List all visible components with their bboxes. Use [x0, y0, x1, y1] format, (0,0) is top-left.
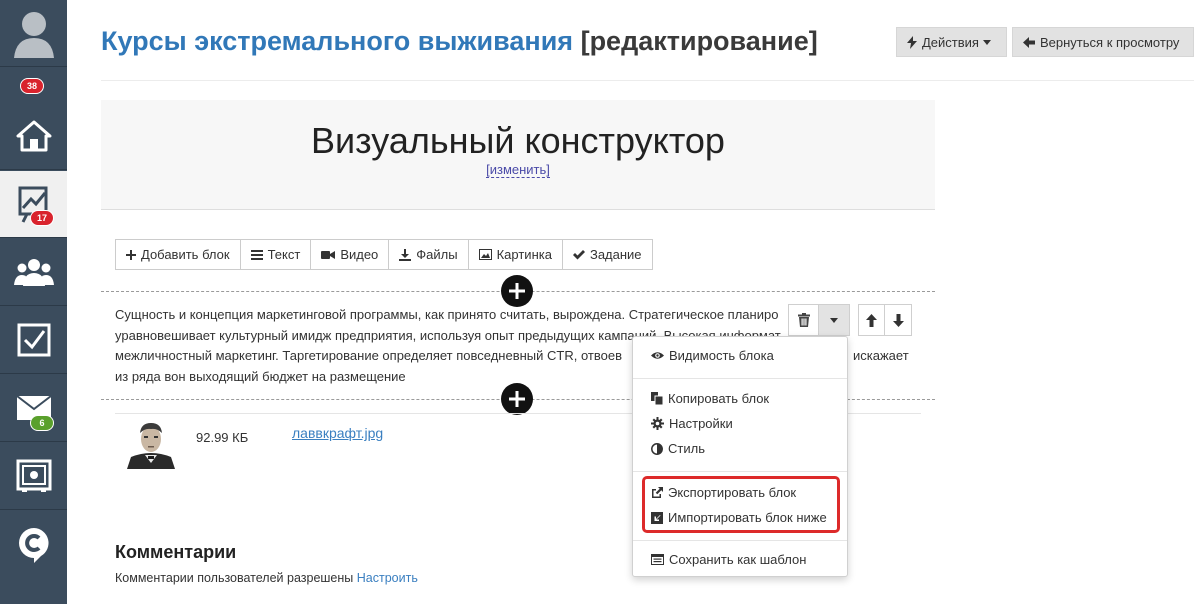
sidebar-item-chat[interactable]	[0, 511, 67, 578]
sidebar-item-safe[interactable]	[0, 443, 67, 510]
block-controls	[788, 304, 850, 336]
template-icon	[651, 554, 664, 565]
page-title: Курсы экстремального выживания [редактир…	[101, 26, 818, 57]
comments-heading: Комментарии	[115, 542, 237, 562]
actions-button[interactable]: Действия	[896, 27, 1007, 57]
sidebar-item-profile[interactable]	[0, 0, 67, 67]
add-video-label: Видео	[340, 247, 379, 262]
file-link[interactable]: лаввкрафт.jpg	[292, 425, 383, 441]
sidebar-item-stats[interactable]	[0, 171, 67, 238]
header-divider	[101, 80, 1194, 81]
caret-down-icon	[830, 317, 838, 323]
video-camera-icon	[321, 250, 336, 259]
menu-item-settings[interactable]: Настройки	[651, 416, 733, 431]
text-lines-icon	[250, 249, 263, 260]
comments-settings-link[interactable]: Настроить	[357, 571, 418, 585]
actions-label: Действия	[922, 34, 979, 50]
sidebar-item-messages[interactable]	[0, 375, 67, 442]
menu-item-copy[interactable]: Копировать блок	[651, 391, 769, 406]
hero-title: Визуальный конструктор	[311, 120, 725, 161]
plus-icon	[509, 283, 525, 299]
insert-block-top-button[interactable]	[501, 275, 533, 307]
menu-item-style[interactable]: Стиль	[651, 441, 705, 456]
gear-icon	[651, 417, 664, 430]
block-menu-toggle[interactable]	[819, 305, 849, 335]
menu-item-save-template[interactable]: Сохранить как шаблон	[651, 552, 806, 567]
hero-change-link[interactable]: [изменить]	[486, 162, 550, 178]
menu-divider	[633, 378, 847, 379]
block-toolbar: Добавить блок Текст Видео Файлы Картинка…	[115, 239, 653, 270]
add-text-button[interactable]: Текст	[241, 240, 312, 269]
page-root: 38 17 6 Курсы экстремального выживания […	[0, 0, 1200, 604]
arrow-down-icon	[892, 313, 904, 327]
arrow-up-icon	[866, 313, 877, 327]
block-dropdown-menu: Видимость блока Копировать блок Настройк…	[632, 336, 848, 577]
back-label: Вернуться к просмотру	[1040, 34, 1180, 50]
arrow-left-icon	[1023, 36, 1035, 48]
course-title: Курсы экстремального выживания	[101, 26, 574, 56]
add-text-label: Текст	[267, 247, 301, 262]
insert-block-bottom-button[interactable]	[501, 383, 533, 415]
delete-block-button[interactable]	[789, 305, 819, 335]
lightning-icon	[907, 35, 917, 49]
users-icon	[13, 259, 54, 286]
move-down-button[interactable]	[885, 305, 911, 335]
file-size: 92.99 КБ	[196, 430, 249, 445]
export-import-highlight	[642, 476, 840, 533]
add-task-button[interactable]: Задание	[563, 240, 652, 269]
checkmark-icon	[572, 249, 585, 259]
add-files-label: Файлы	[416, 247, 458, 262]
hero-block: Визуальный конструктор [изменить]	[101, 100, 935, 210]
menu-divider	[633, 471, 847, 472]
copy-icon	[651, 392, 663, 405]
file-thumbnail-image	[127, 419, 175, 469]
contrast-icon	[651, 442, 663, 455]
chat-icon	[18, 527, 49, 563]
sidebar-item-users[interactable]	[0, 239, 67, 306]
sidebar-item-tasks[interactable]	[0, 307, 67, 374]
add-video-button[interactable]: Видео	[311, 240, 390, 269]
add-files-button[interactable]: Файлы	[389, 240, 469, 269]
caret-down-icon	[982, 39, 991, 45]
add-image-button[interactable]: Картинка	[469, 240, 563, 269]
plus-icon	[509, 391, 525, 407]
sidebar-item-home[interactable]	[0, 103, 67, 170]
home-icon	[16, 120, 51, 152]
safe-icon	[16, 459, 51, 492]
stats-badge: 17	[30, 210, 54, 226]
menu-item-visibility[interactable]: Видимость блока	[651, 348, 774, 363]
comments-status-text: Комментарии пользователей разрешены	[115, 571, 354, 585]
sidebar: 38 17 6	[0, 0, 67, 604]
picture-icon	[478, 249, 492, 260]
menu-divider	[633, 540, 847, 541]
plus-icon	[126, 249, 136, 260]
avatar-icon	[13, 12, 54, 58]
comments-status: Комментарии пользователей разрешены Наст…	[115, 571, 418, 585]
edit-mode-label: [редактирование]	[580, 26, 818, 56]
move-controls	[858, 304, 912, 336]
add-image-label: Картинка	[496, 247, 552, 262]
add-block-button[interactable]: Добавить блок	[116, 240, 241, 269]
move-up-button[interactable]	[859, 305, 885, 335]
download-icon	[399, 248, 412, 261]
messages-badge: 6	[30, 415, 54, 431]
add-task-label: Задание	[589, 247, 642, 262]
tasks-icon	[17, 323, 50, 357]
profile-badge: 38	[20, 78, 44, 94]
back-to-view-button[interactable]: Вернуться к просмотру	[1012, 27, 1194, 57]
add-block-label: Добавить блок	[141, 247, 230, 262]
eye-icon	[651, 352, 664, 359]
trash-icon	[797, 313, 810, 327]
